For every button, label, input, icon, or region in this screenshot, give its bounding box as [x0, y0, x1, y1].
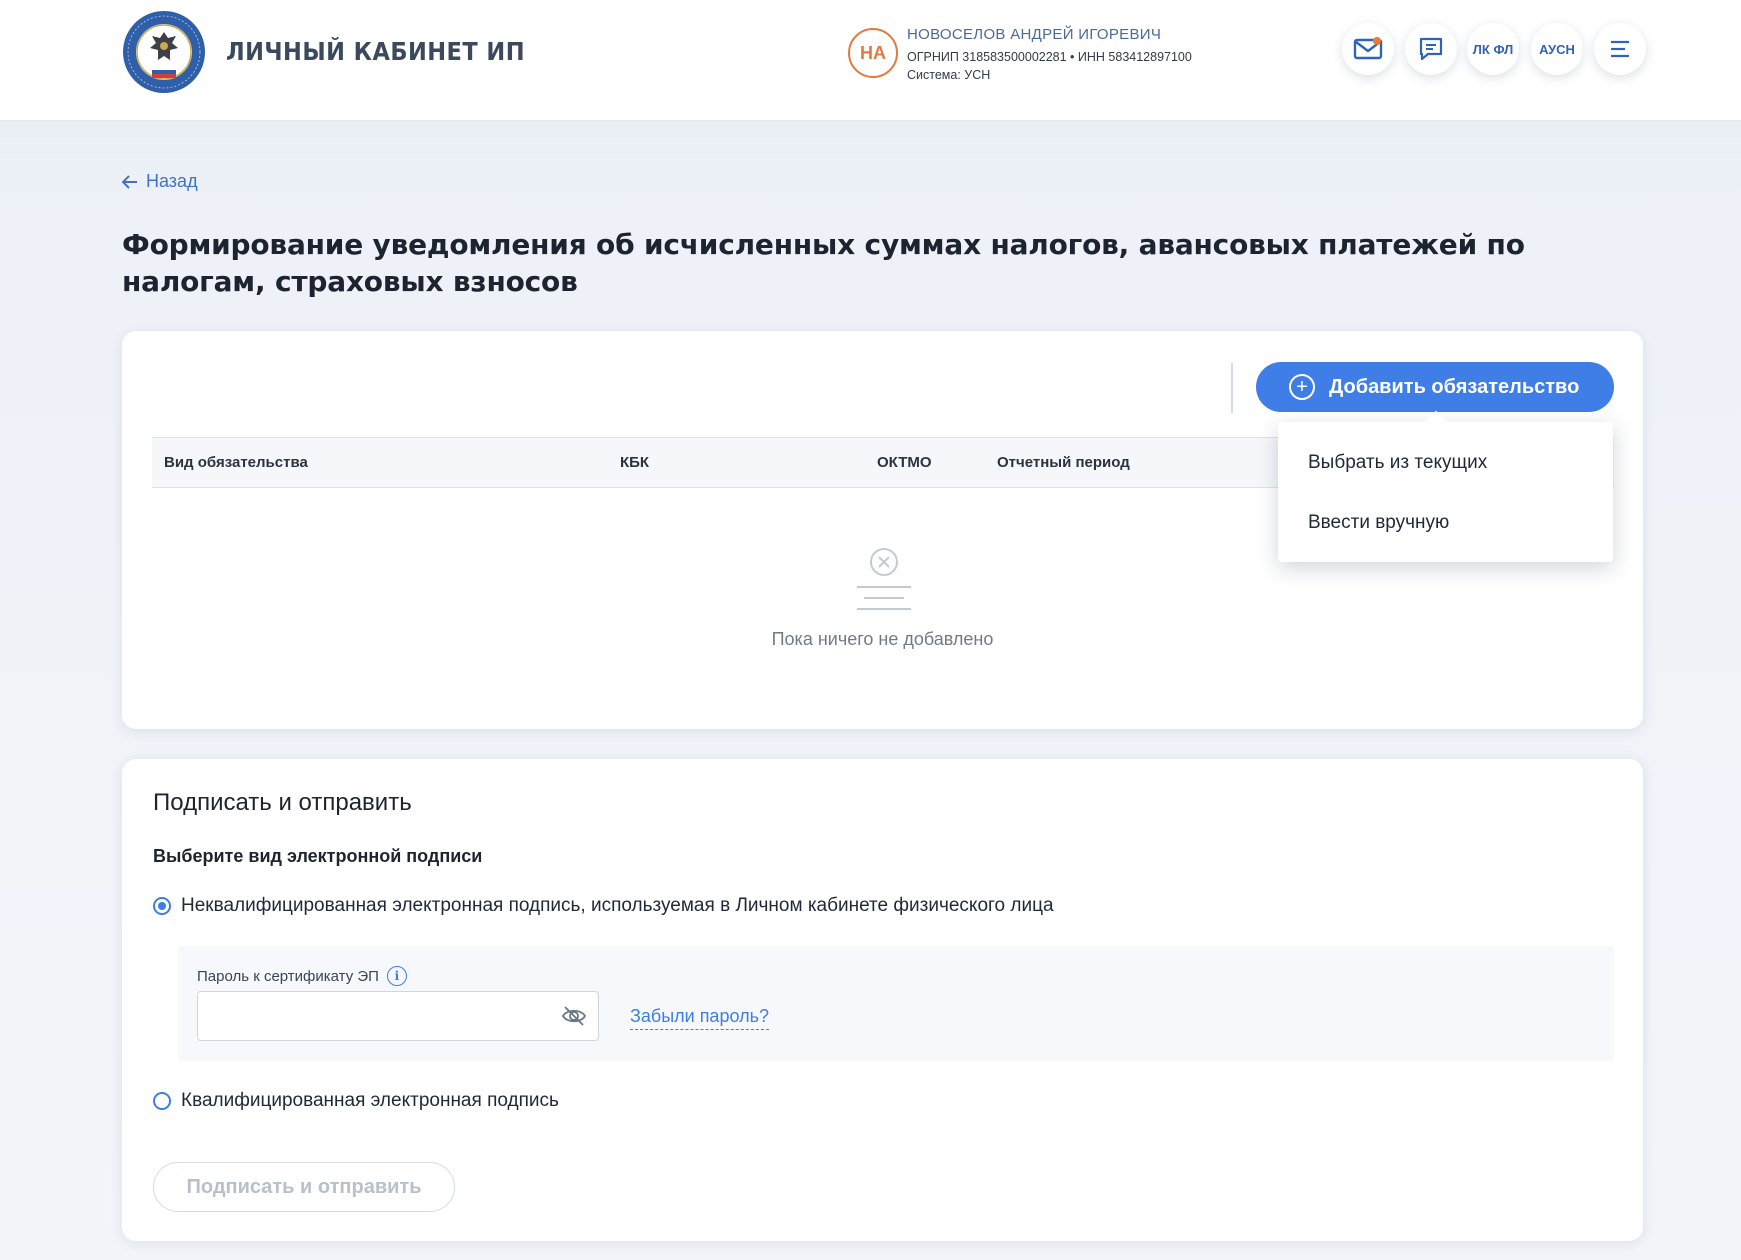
lk-fl-button[interactable]: ЛК ФЛ	[1467, 23, 1519, 75]
header: ЛИЧНЫЙ КАБИНЕТ ИП НА НОВОСЕЛОВ АНДРЕЙ ИГ…	[0, 0, 1741, 121]
sign-and-send-button[interactable]: Подписать и отправить	[153, 1162, 455, 1212]
user-tax-system: Система: УСН	[907, 68, 991, 82]
back-label: Назад	[146, 171, 198, 191]
radio-option-unqualified[interactable]: Неквалифицированная электронная подпись,…	[153, 895, 1054, 917]
dropdown-item-choose-current[interactable]: Выбрать из текущих	[1308, 452, 1487, 474]
fns-logo[interactable]	[122, 10, 206, 94]
chat-button[interactable]	[1405, 23, 1457, 75]
radio-option-qualified[interactable]: Квалифицированная электронная подпись	[153, 1090, 559, 1112]
sign-card: Подписать и отправить Выберите вид элект…	[122, 759, 1643, 1241]
eye-off-icon[interactable]	[561, 1004, 587, 1028]
toolbar-divider	[1231, 363, 1233, 413]
hamburger-menu-icon	[1611, 40, 1629, 58]
column-header-kbk[interactable]: КБК	[620, 454, 649, 471]
ausn-button[interactable]: АУСН	[1531, 23, 1583, 75]
add-obligation-button[interactable]: + Добавить обязательство	[1256, 362, 1614, 412]
info-icon[interactable]: i	[386, 966, 407, 986]
column-header-oktmo[interactable]: ОКТМО	[877, 454, 932, 471]
plus-circle-icon: +	[1289, 374, 1315, 400]
password-label: Пароль к сертификату ЭП i	[197, 966, 407, 986]
sign-section-title: Подписать и отправить	[153, 789, 412, 816]
radio-button-checked[interactable]	[153, 897, 171, 915]
fns-emblem-icon	[123, 11, 205, 93]
arrow-left-icon	[122, 174, 137, 189]
radio-button-unchecked[interactable]	[153, 1092, 171, 1110]
user-name[interactable]: НОВОСЕЛОВ АНДРЕЙ ИГОРЕВИЧ	[907, 26, 1161, 43]
avatar[interactable]: НА	[848, 28, 898, 78]
notification-dot	[1373, 37, 1381, 45]
signature-type-label: Выберите вид электронной подписи	[153, 846, 483, 866]
page-title: Формирование уведомления об исчисленных …	[122, 228, 1525, 298]
messages-button[interactable]	[1342, 23, 1394, 75]
back-link[interactable]: Назад	[122, 171, 198, 192]
menu-button[interactable]	[1594, 23, 1646, 75]
app-title: ЛИЧНЫЙ КАБИНЕТ ИП	[226, 37, 525, 66]
add-obligation-label: Добавить обязательство	[1329, 375, 1580, 398]
column-header-type[interactable]: Вид обязательства	[164, 454, 308, 471]
password-panel: Пароль к сертификату ЭП i Забыли пароль?	[178, 946, 1614, 1061]
forgot-password-link[interactable]: Забыли пароль?	[630, 1006, 769, 1030]
add-obligation-dropdown: Выбрать из текущих Ввести вручную	[1278, 422, 1613, 562]
chat-icon	[1419, 37, 1443, 61]
radio-label-qualified: Квалифицированная электронная подпись	[181, 1090, 559, 1111]
empty-state-icon	[857, 548, 911, 610]
dropdown-item-enter-manually[interactable]: Ввести вручную	[1308, 512, 1449, 534]
user-ids: ОГРНИП 318583500002281 • ИНН 58341289710…	[907, 50, 1192, 64]
column-header-period[interactable]: Отчетный период	[997, 454, 1130, 471]
password-input[interactable]	[197, 991, 599, 1041]
radio-label-unqualified: Неквалифицированная электронная подпись,…	[181, 895, 1054, 916]
password-label-text: Пароль к сертификату ЭП	[197, 967, 379, 985]
empty-state-text: Пока ничего не добавлено	[771, 629, 994, 649]
